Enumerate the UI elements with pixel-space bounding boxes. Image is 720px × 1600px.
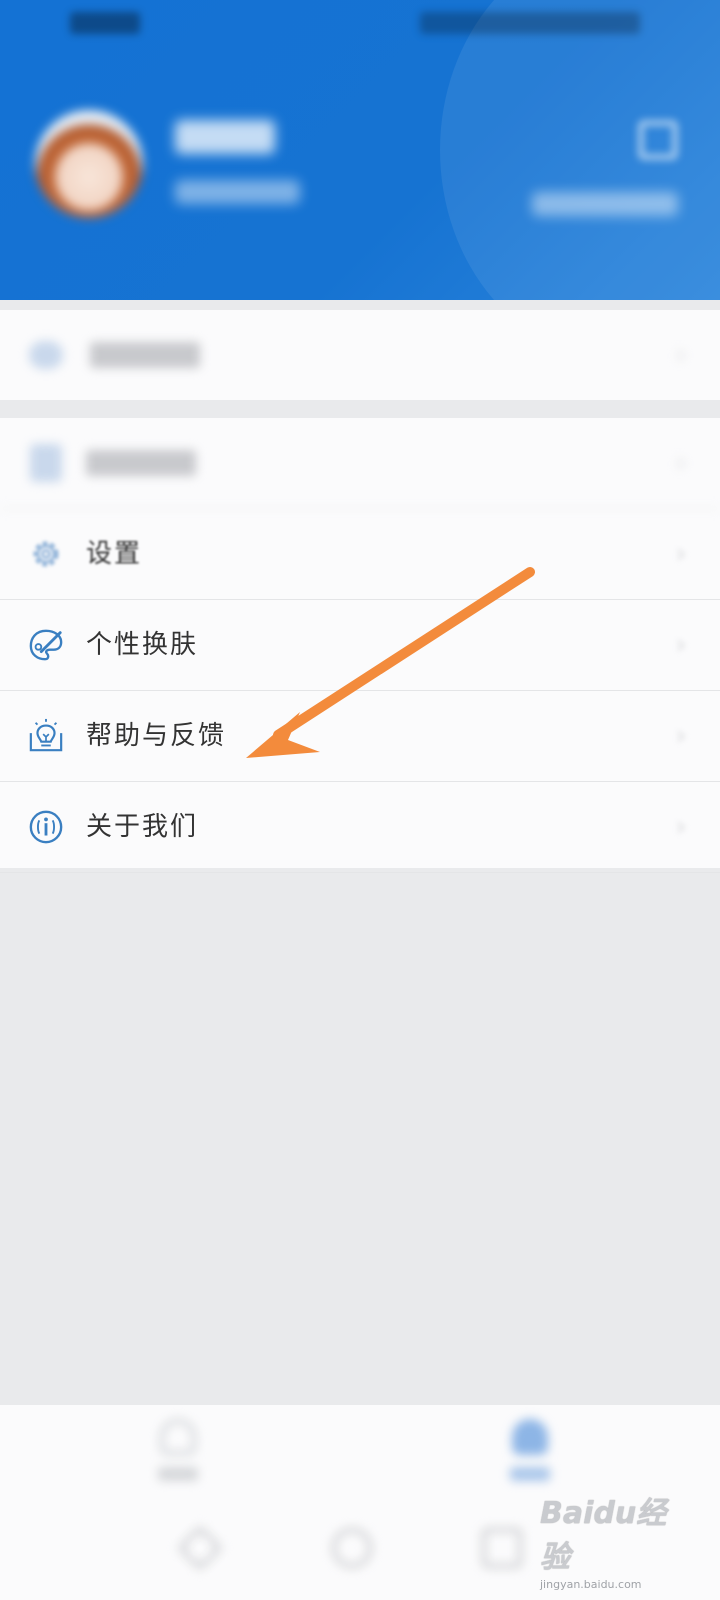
menu-item-help-label: 帮助与反馈 [86, 721, 227, 751]
menu-card-main: › 设置 › 个性换肤 › 帮助与反馈 › 关于我们 › [0, 418, 720, 873]
home-icon [160, 1419, 196, 1455]
menu-item-skin[interactable]: 个性换肤 › [0, 600, 720, 691]
status-icons [420, 12, 640, 34]
watermark-brand: Baidu经验 [540, 1496, 667, 1575]
document-icon [28, 444, 64, 482]
home-button-icon[interactable] [332, 1528, 372, 1568]
gear-icon [28, 536, 64, 572]
status-time [70, 12, 140, 34]
lightbulb-icon [28, 718, 64, 754]
status-bar [0, 0, 720, 50]
menu-item-about-label: 关于我们 [86, 812, 199, 842]
qr-code-icon[interactable] [638, 120, 678, 160]
nav-tab-mine-label [510, 1467, 550, 1481]
header-right-link[interactable] [532, 192, 678, 216]
nav-tab-mine[interactable] [490, 1419, 570, 1495]
menu-item-blurred-1[interactable]: › [0, 310, 720, 400]
user-icon [512, 1419, 548, 1455]
chevron-right-icon: › [675, 630, 687, 660]
avatar[interactable] [35, 110, 143, 218]
menu-item-about[interactable]: 关于我们 › [0, 782, 720, 873]
info-icon [28, 809, 64, 845]
back-icon[interactable] [177, 1525, 223, 1571]
chevron-right-icon: › [675, 340, 687, 370]
profile-header [0, 0, 720, 300]
menu-card-top: › [0, 310, 720, 400]
menu-item-skin-label: 个性换肤 [86, 630, 199, 660]
menu-item-blurred-1-label [90, 310, 200, 368]
watermark-logo: Baidu经验 jingyan.baidu.com [540, 1488, 680, 1591]
chevron-right-icon: › [675, 721, 687, 751]
menu-item-settings[interactable]: 设置 › [0, 509, 720, 600]
chevron-right-icon: › [675, 812, 687, 842]
menu-item-settings-label: 设置 [86, 539, 143, 569]
nav-tab-home-label [158, 1467, 198, 1481]
chevron-right-icon: › [675, 539, 687, 569]
chevron-right-icon: › [675, 448, 687, 478]
palette-brush-icon [28, 627, 64, 663]
profile-name[interactable] [175, 120, 275, 154]
watermark-url: jingyan.baidu.com [540, 1578, 642, 1591]
menu-item-help[interactable]: 帮助与反馈 › [0, 691, 720, 782]
nav-tab-home[interactable] [138, 1419, 218, 1495]
cloud-icon [28, 337, 64, 373]
profile-subtitle [175, 180, 300, 204]
recents-icon[interactable] [482, 1528, 522, 1568]
menu-item-blurred-2-label [86, 418, 196, 476]
menu-item-blurred-2[interactable]: › [0, 418, 720, 509]
